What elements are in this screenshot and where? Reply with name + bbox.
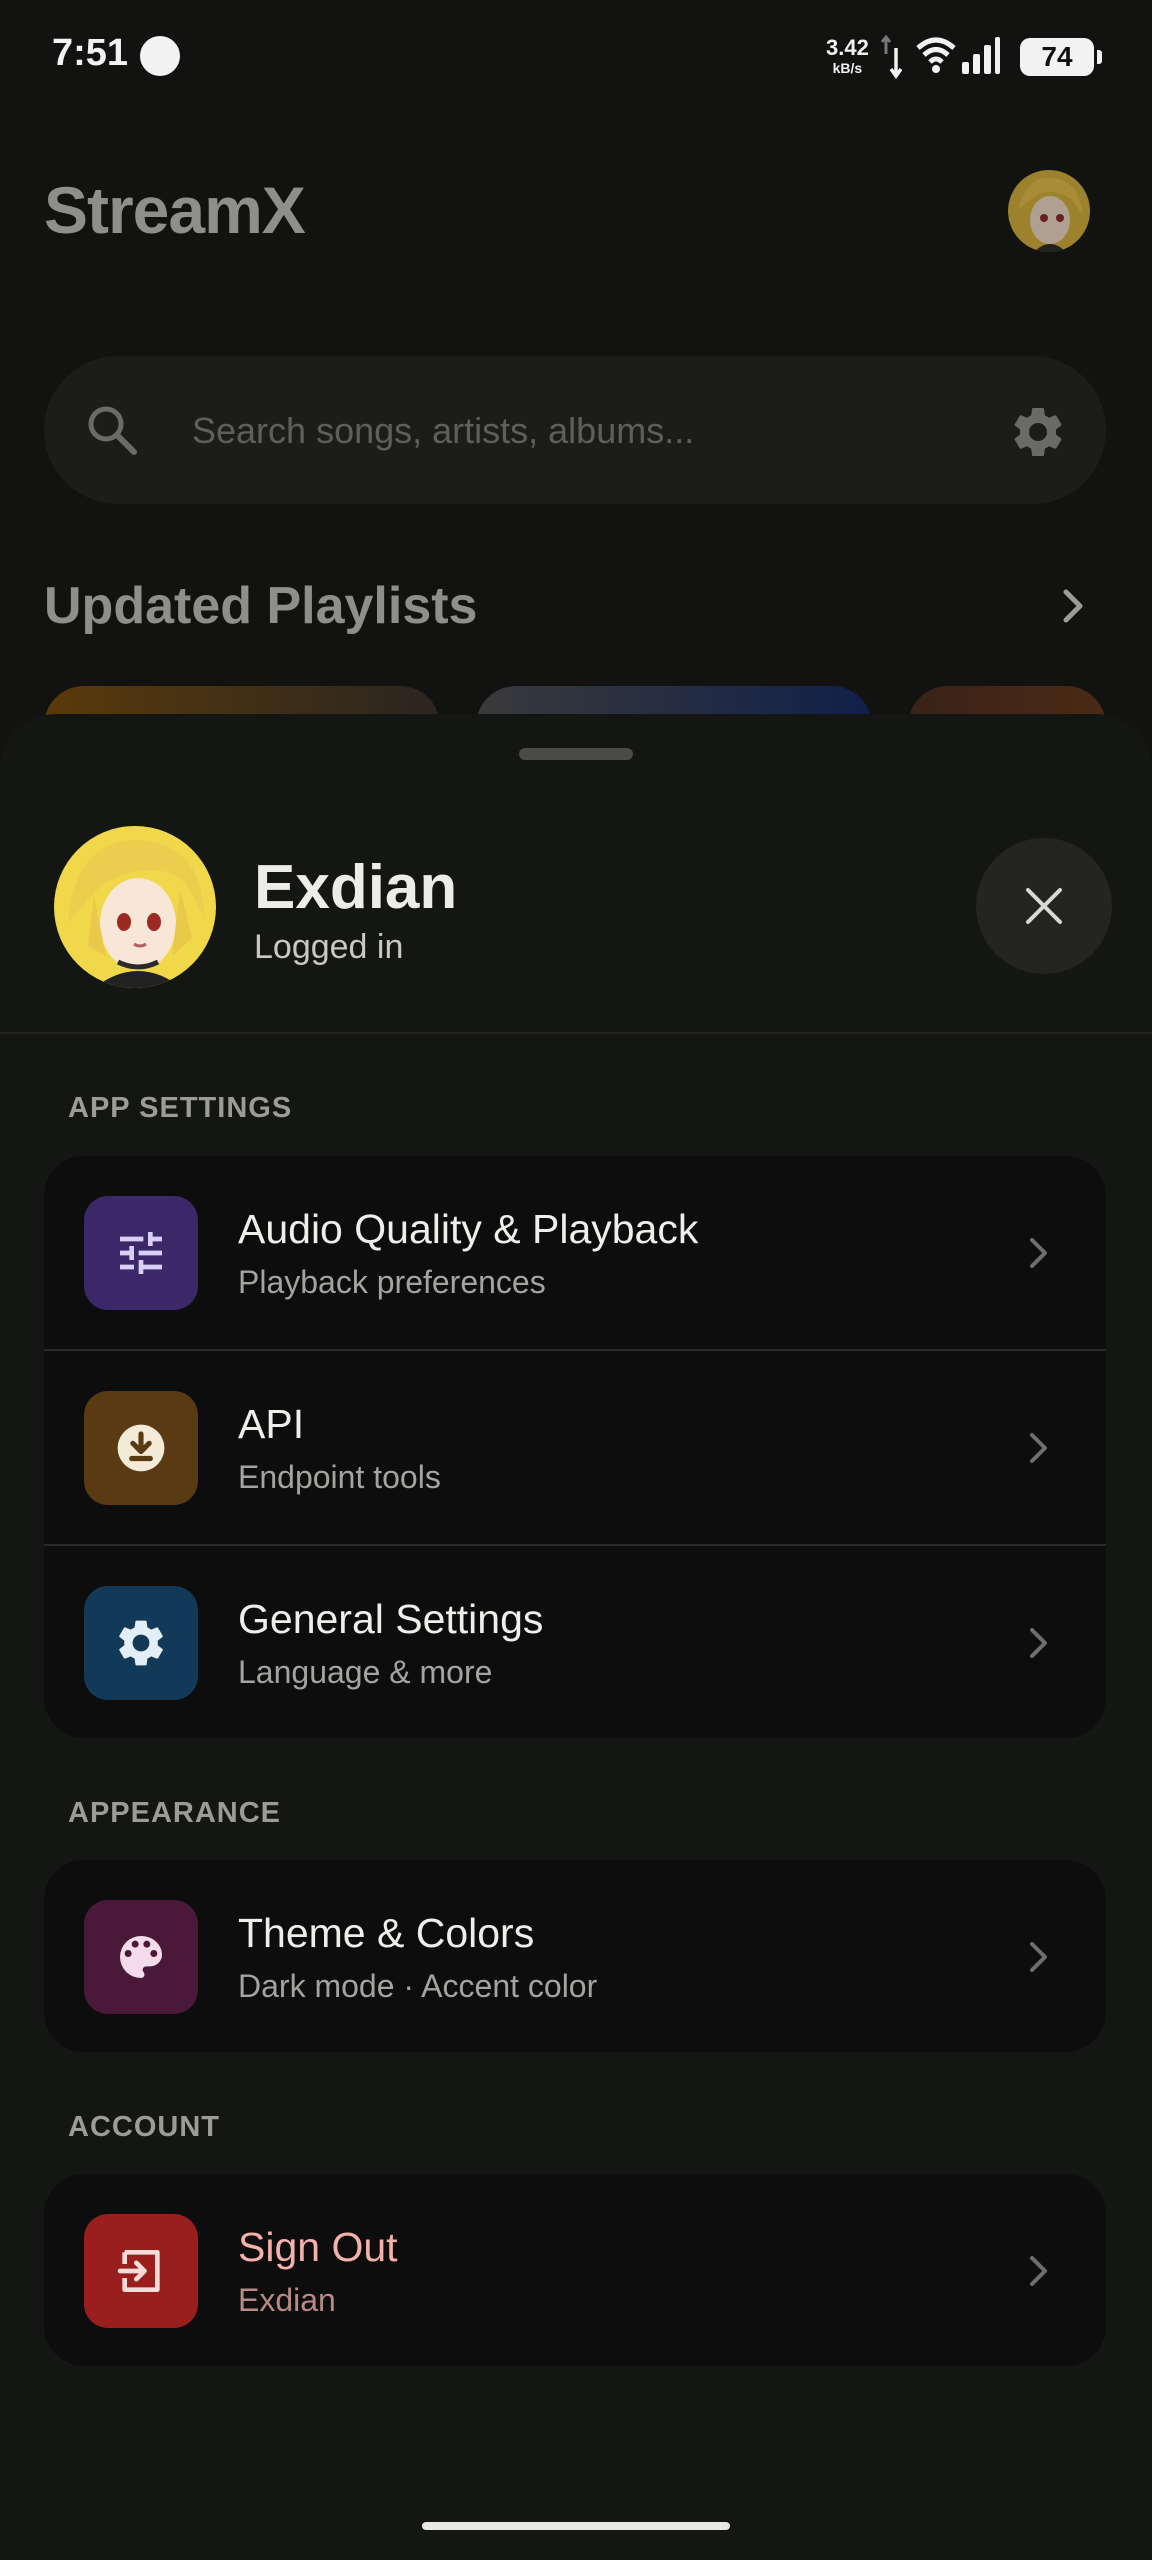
settings-item-subtitle: Exdian bbox=[238, 2282, 336, 2318]
account-card: Sign Out Exdian bbox=[44, 2174, 1106, 2366]
search-icon bbox=[88, 406, 137, 455]
download-circle-icon bbox=[117, 1424, 165, 1472]
settings-item-title: Audio Quality & Playback bbox=[238, 1206, 699, 1252]
settings-item-general[interactable]: General Settings Language & more bbox=[44, 1546, 1106, 1738]
settings-item-title: General Settings bbox=[238, 1596, 544, 1642]
palette-icon bbox=[120, 1936, 162, 1978]
group-label-appearance: APPEARANCE bbox=[68, 1797, 282, 1829]
chevron-right-icon bbox=[1030, 1942, 1047, 1972]
settings-item-theme[interactable]: Theme & Colors Dark mode · Accent color bbox=[44, 1860, 1106, 2052]
search-input[interactable]: Search songs, artists, albums... bbox=[192, 410, 694, 452]
app-background: StreamX Search songs, artists, albums...… bbox=[0, 0, 1152, 766]
group-label-account: ACCOUNT bbox=[68, 2111, 220, 2143]
profile-name: Exdian bbox=[254, 853, 458, 922]
settings-item-title: Theme & Colors bbox=[238, 1910, 535, 1956]
chevron-right-icon bbox=[1030, 1628, 1047, 1658]
chevron-right-icon bbox=[1030, 1238, 1047, 1268]
sign-out-icon bbox=[117, 2250, 160, 2292]
settings-item-title: API bbox=[238, 1401, 305, 1447]
chevron-right-icon bbox=[1030, 2256, 1047, 2286]
appearance-card: Theme & Colors Dark mode · Accent color bbox=[44, 1860, 1106, 2052]
tune-sliders-icon bbox=[120, 1232, 162, 1274]
app-settings-card: Audio Quality & Playback Playback prefer… bbox=[44, 1156, 1106, 1738]
avatar-image bbox=[1008, 170, 1090, 252]
settings-item-title: Sign Out bbox=[238, 2224, 398, 2270]
settings-item-sign-out[interactable]: Sign Out Exdian bbox=[44, 2174, 1106, 2366]
avatar-image bbox=[54, 826, 216, 988]
settings-item-subtitle: Endpoint tools bbox=[238, 1459, 441, 1495]
divider bbox=[0, 1032, 1152, 1034]
sheet-drag-handle[interactable] bbox=[519, 748, 633, 760]
close-button[interactable] bbox=[976, 838, 1112, 974]
screen: 7:51 3.42 kB/s 74 StreamX Search songs, … bbox=[0, 0, 1152, 2560]
header-avatar[interactable] bbox=[1008, 170, 1090, 252]
settings-item-subtitle: Language & more bbox=[238, 1654, 493, 1690]
updated-playlists-title: Updated Playlists bbox=[44, 577, 478, 635]
settings-item-audio-quality[interactable]: Audio Quality & Playback Playback prefer… bbox=[44, 1156, 1106, 1350]
group-label-app-settings: APP SETTINGS bbox=[68, 1092, 293, 1124]
settings-item-subtitle: Playback preferences bbox=[238, 1264, 546, 1300]
chevron-right-icon bbox=[1030, 1433, 1047, 1463]
profile-status: Logged in bbox=[254, 928, 404, 966]
search-settings-icon[interactable] bbox=[1008, 402, 1068, 462]
home-gesture-bar[interactable] bbox=[422, 2522, 730, 2530]
close-icon bbox=[1026, 888, 1062, 924]
row-icon-container bbox=[84, 1196, 198, 1310]
row-icon-container bbox=[84, 1391, 198, 1505]
row-icon-container bbox=[84, 1900, 198, 2014]
settings-item-subtitle: Dark mode · Accent color bbox=[238, 1968, 598, 2004]
chevron-right-icon[interactable] bbox=[1058, 586, 1090, 626]
profile-avatar bbox=[54, 826, 216, 988]
row-icon-container bbox=[84, 2214, 198, 2328]
app-title: StreamX bbox=[44, 173, 306, 247]
gear-icon bbox=[119, 1620, 163, 1666]
row-icon-container bbox=[84, 1586, 198, 1700]
settings-item-api[interactable]: API Endpoint tools bbox=[44, 1351, 1106, 1545]
